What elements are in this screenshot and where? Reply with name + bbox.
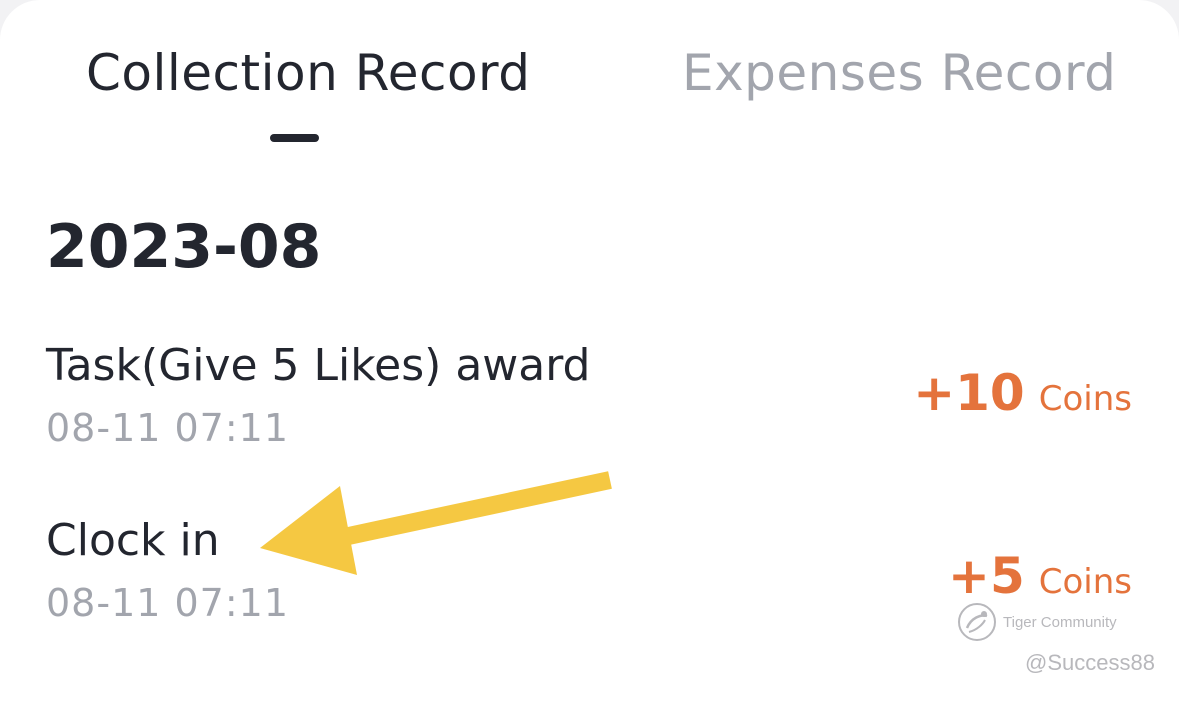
record-title: Task(Give 5 Likes) award — [46, 340, 591, 391]
record-row: Task(Give 5 Likes) award 08-11 07:11 +10… — [0, 340, 1179, 460]
reward-amount: +10 — [913, 364, 1025, 422]
record-reward: +10 Coins — [913, 364, 1132, 422]
record-reward: +5 Coins — [948, 547, 1132, 605]
active-tab-indicator — [270, 134, 319, 142]
reward-amount: +5 — [948, 547, 1025, 605]
watermark-brand: Tiger Community — [1003, 614, 1117, 631]
record-panel: Collection Record Expenses Record 2023-0… — [0, 0, 1179, 720]
record-tabs: Collection Record Expenses Record — [0, 0, 1179, 150]
tab-collection-record[interactable]: Collection Record — [86, 44, 530, 102]
record-title: Clock in — [46, 515, 220, 566]
reward-unit: Coins — [1038, 562, 1132, 602]
watermark: Tiger Community @Success88 — [955, 600, 1155, 685]
record-time: 08-11 07:11 — [46, 406, 290, 450]
reward-unit: Coins — [1038, 379, 1132, 419]
watermark-user: @Success88 — [1025, 650, 1155, 675]
tab-expenses-record[interactable]: Expenses Record — [682, 44, 1116, 102]
month-heading: 2023-08 — [46, 212, 322, 282]
tiger-community-logo-icon — [958, 603, 996, 641]
annotation-arrow-icon — [260, 471, 612, 575]
